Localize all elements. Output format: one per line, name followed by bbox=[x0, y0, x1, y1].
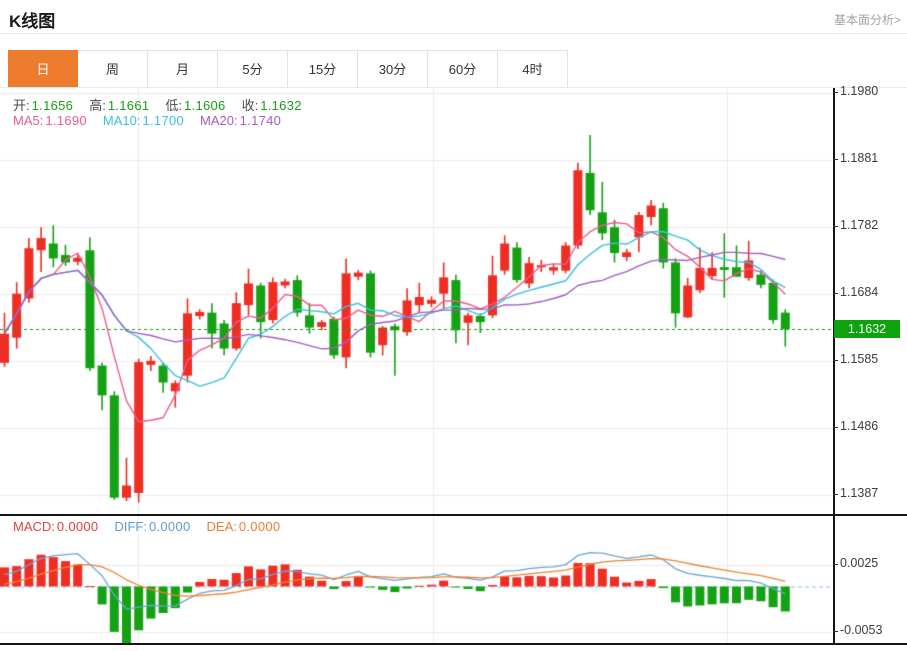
y-axis-label: 1.1782 bbox=[840, 218, 878, 232]
header-divider bbox=[0, 33, 907, 34]
ma-legend: MA5:1.1690 MA10:1.1700 MA20:1.1740 bbox=[13, 113, 281, 128]
legend-item: 低:1.1606 bbox=[165, 95, 225, 114]
macd-axis-label: -0.0053 bbox=[840, 623, 882, 637]
y-axis-label: 1.1684 bbox=[840, 285, 878, 299]
y-axis-label: 1.1585 bbox=[840, 352, 878, 366]
candlestick-canvas[interactable] bbox=[0, 88, 833, 514]
legend-item: DEA:0.0000 bbox=[207, 519, 281, 534]
tab-30分[interactable]: 30分 bbox=[358, 50, 428, 88]
legend-item: 收:1.1632 bbox=[242, 95, 302, 114]
current-price-badge: 1.1632 bbox=[834, 320, 900, 338]
tab-日[interactable]: 日 bbox=[8, 50, 78, 88]
panel-separator bbox=[0, 514, 907, 516]
axis-tick bbox=[833, 631, 838, 632]
legend-item: MA20:1.1740 bbox=[200, 113, 281, 128]
ohlc-legend: 开:1.1656 高:1.1661 低:1.1606 收:1.1632 bbox=[13, 95, 302, 114]
axis-tick bbox=[833, 564, 838, 565]
y-axis-line bbox=[833, 88, 835, 645]
tab-4时[interactable]: 4时 bbox=[498, 50, 568, 88]
legend-item: 开:1.1656 bbox=[13, 95, 73, 114]
y-axis-label: 1.1980 bbox=[840, 84, 878, 98]
y-axis-label: 1.1387 bbox=[840, 486, 878, 500]
legend-item: MA5:1.1690 bbox=[13, 113, 87, 128]
chart-bottom-border bbox=[0, 643, 907, 645]
macd-canvas[interactable] bbox=[0, 516, 833, 643]
timeframe-tabbar: 日周月5分15分30分60分4时 bbox=[8, 50, 568, 88]
axis-tick bbox=[833, 494, 838, 495]
legend-item: MACD:0.0000 bbox=[13, 519, 98, 534]
page-title: K线图 bbox=[9, 7, 55, 32]
axis-tick bbox=[833, 159, 838, 160]
tab-周[interactable]: 周 bbox=[78, 50, 148, 88]
legend-item: 高:1.1661 bbox=[89, 95, 149, 114]
axis-tick bbox=[833, 226, 838, 227]
legend-item: MA10:1.1700 bbox=[103, 113, 184, 128]
tab-5分[interactable]: 5分 bbox=[218, 50, 288, 88]
y-axis-label: 1.1881 bbox=[840, 151, 878, 165]
macd-legend: MACD:0.0000 DIFF:0.0000 DEA:0.0000 bbox=[13, 519, 280, 534]
fundamental-analysis-link[interactable]: 基本面分析> bbox=[834, 11, 901, 28]
macd-axis-label: 0.0025 bbox=[840, 556, 878, 570]
axis-tick bbox=[833, 92, 838, 93]
tab-60分[interactable]: 60分 bbox=[428, 50, 498, 88]
y-axis-label: 1.1486 bbox=[840, 419, 878, 433]
tab-月[interactable]: 月 bbox=[148, 50, 218, 88]
chart-area: 开:1.1656 高:1.1661 低:1.1606 收:1.1632 MA5:1.1… bbox=[0, 88, 907, 651]
legend-item: DIFF:0.0000 bbox=[114, 519, 190, 534]
tab-15分[interactable]: 15分 bbox=[288, 50, 358, 88]
axis-tick bbox=[833, 427, 838, 428]
axis-tick bbox=[833, 293, 838, 294]
axis-tick bbox=[833, 360, 838, 361]
kline-chart-widget: K线图 基本面分析> 日周月5分15分30分60分4时 开:1.1656 高:1.… bbox=[0, 0, 907, 651]
